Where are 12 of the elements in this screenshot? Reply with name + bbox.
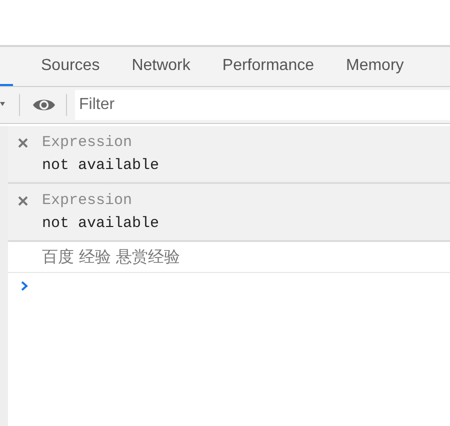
filter-field[interactable]: Filter — [75, 90, 450, 120]
tab[interactable]: Sources — [25, 47, 116, 86]
close-icon[interactable] — [18, 138, 28, 148]
eye-icon[interactable] — [32, 97, 56, 113]
prompt-chevron-icon — [21, 281, 28, 291]
close-icon[interactable] — [18, 196, 28, 206]
expression-value: not available — [42, 157, 160, 174]
expression-value: not available — [42, 215, 160, 232]
tab[interactable]: Network — [116, 47, 206, 86]
tab[interactable]: Performance — [206, 47, 330, 86]
tab[interactable]: Memory — [330, 47, 420, 86]
console-message: 百度 经验 悬赏经验 — [8, 244, 450, 273]
